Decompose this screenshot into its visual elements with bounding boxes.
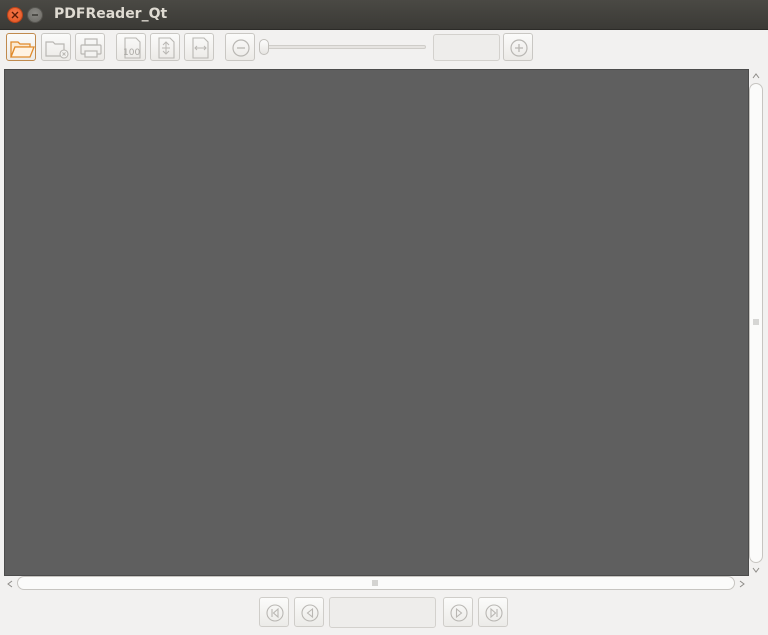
zoom-in-icon [510,39,528,57]
fit-width-button[interactable] [184,33,214,61]
printer-icon [80,38,102,58]
scroll-grip-icon [753,319,759,325]
close-window-button[interactable] [7,7,23,23]
scroll-up-icon[interactable] [752,73,760,79]
page-number-field[interactable] [329,597,436,628]
first-page-button[interactable] [259,597,289,627]
print-button[interactable] [75,33,105,61]
last-page-icon [485,604,503,622]
vertical-scrollbar[interactable] [749,71,764,576]
scroll-right-icon[interactable] [739,580,745,588]
zoom-out-icon [232,39,250,57]
close-icon [11,11,19,19]
next-page-icon [450,604,468,622]
scroll-grip-icon [372,580,378,586]
fit-page-icon [158,37,175,59]
open-file-button[interactable] [6,33,36,61]
document-view[interactable] [4,69,749,576]
close-document-button[interactable] [41,33,71,61]
next-page-button[interactable] [443,597,473,627]
scroll-left-icon[interactable] [7,580,13,588]
toolbar: 100 [0,31,768,65]
window-title: PDFReader_Qt [54,6,168,22]
zoom-out-button[interactable] [225,33,255,61]
fit-width-icon [192,37,209,59]
folder-close-icon [45,41,69,59]
scroll-down-icon[interactable] [752,567,760,573]
actual-size-button[interactable]: 100 [116,33,146,61]
zoom-100-icon: 100 [123,37,141,59]
svg-text:100: 100 [123,48,140,58]
previous-page-button[interactable] [294,597,324,627]
last-page-button[interactable] [478,597,508,627]
page-navigation [0,595,768,631]
previous-page-icon [301,604,319,622]
folder-open-icon [10,41,35,58]
minimize-window-button[interactable] [27,7,43,23]
zoom-slider-track[interactable] [262,45,426,49]
zoom-value-field[interactable] [433,34,500,61]
horizontal-scrollbar[interactable] [4,576,749,591]
title-bar: PDFReader_Qt [0,0,768,30]
minimize-icon [32,14,38,16]
fit-page-button[interactable] [150,33,180,61]
zoom-in-button[interactable] [503,33,533,61]
zoom-slider-handle[interactable] [259,39,269,55]
first-page-icon [266,604,284,622]
